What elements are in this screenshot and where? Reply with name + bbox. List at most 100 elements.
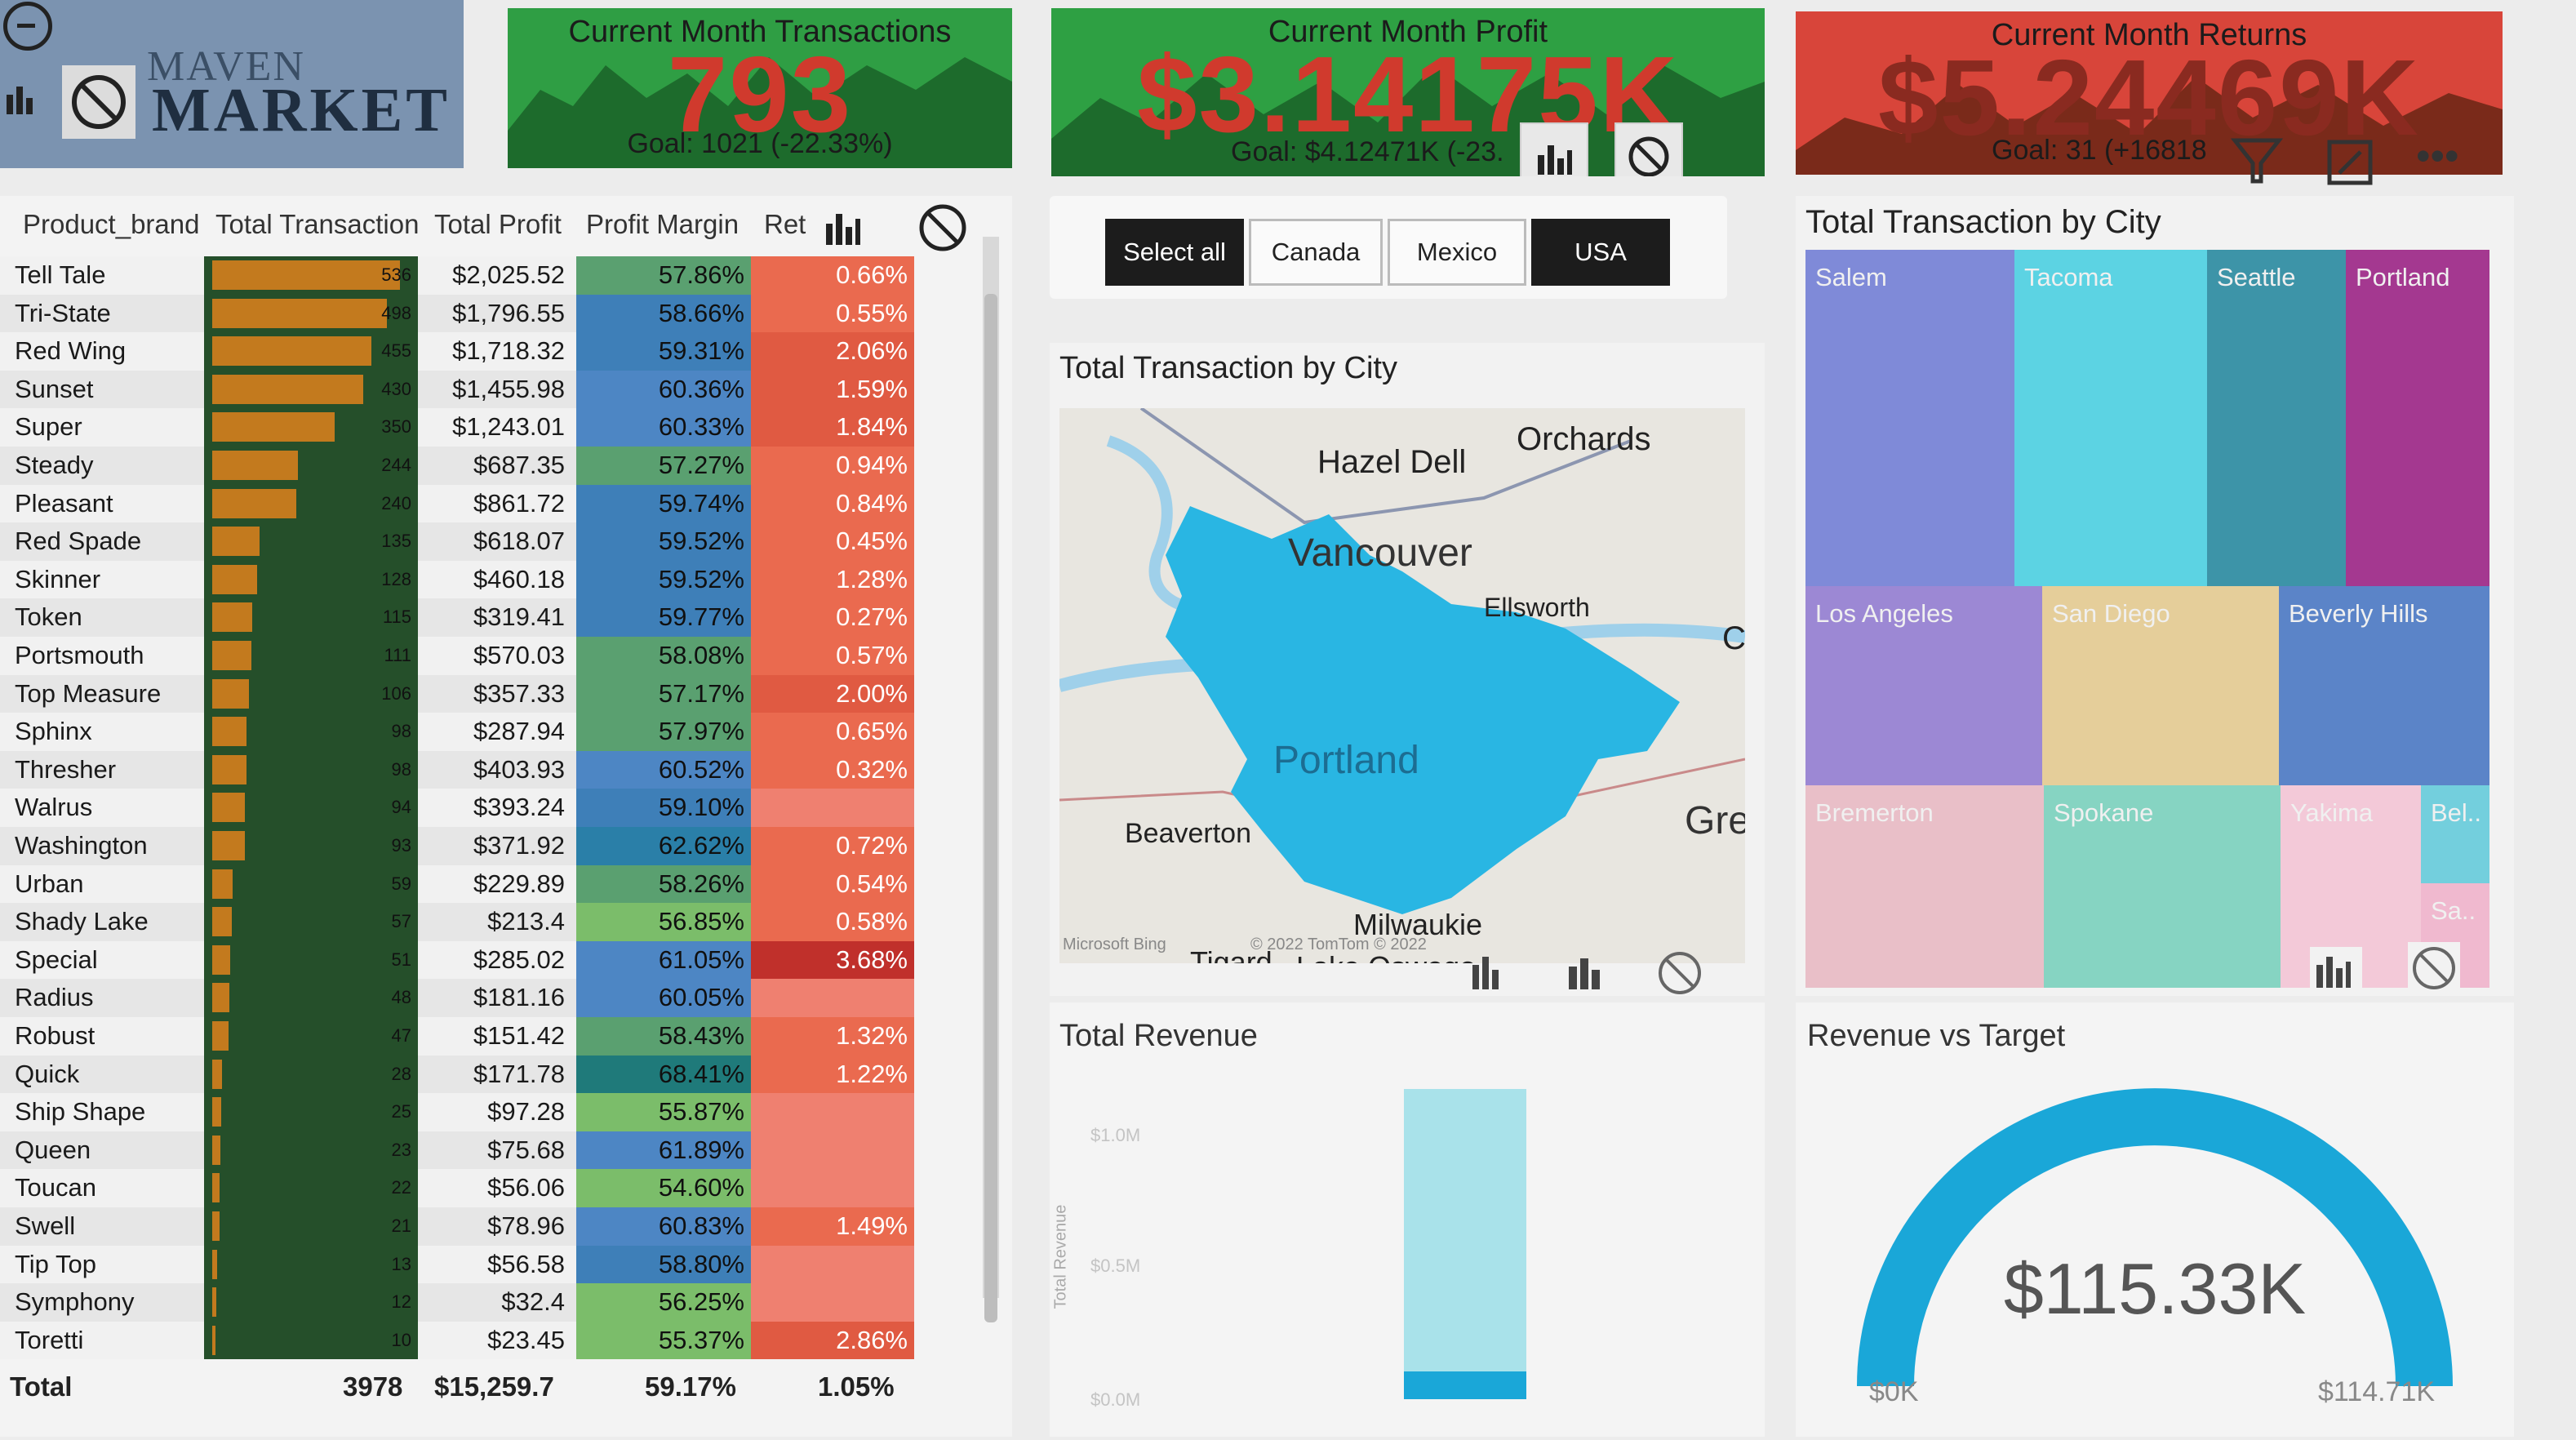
no-filter-icon[interactable] xyxy=(2408,942,2460,994)
table-row[interactable]: Ship Shape 25 $97.28 55.87% xyxy=(0,1093,914,1131)
column-header-total-transaction[interactable]: Total Transaction xyxy=(215,209,419,255)
margin-cell: 55.37% xyxy=(576,1321,751,1360)
no-filter-icon[interactable] xyxy=(914,199,971,256)
table-row[interactable]: Walrus 94 $393.24 59.10% xyxy=(0,789,914,827)
returns-cell: 0.84% xyxy=(751,484,914,523)
more-options-icon[interactable]: ••• xyxy=(2416,136,2481,189)
table-row[interactable]: Tip Top 13 $56.58 58.80% xyxy=(0,1245,914,1284)
table-row[interactable]: Sphinx 98 $287.94 57.97% 0.65% xyxy=(0,713,914,751)
brand-table: Product_brand Total Transaction Total Pr… xyxy=(0,196,1012,1437)
visual-chart-icon[interactable] xyxy=(1564,949,1613,994)
no-filter-icon[interactable] xyxy=(1654,947,1706,999)
slicer-option-select-all[interactable]: Select all xyxy=(1105,219,1244,286)
slicer-option-mexico[interactable]: Mexico xyxy=(1388,219,1526,286)
table-row[interactable]: Portsmouth 111 $570.03 58.08% 0.57% xyxy=(0,637,914,675)
brand-cell: Tip Top xyxy=(15,1249,96,1278)
transaction-databar xyxy=(212,1059,222,1089)
transaction-databar xyxy=(212,1211,220,1241)
table-row[interactable]: Sunset 430 $1,455.98 60.36% 1.59% xyxy=(0,370,914,409)
visual-chart-icon[interactable] xyxy=(1520,122,1588,176)
table-row[interactable]: Special 51 $285.02 61.05% 3.68% xyxy=(0,940,914,980)
table-row[interactable]: Tri-State 498 $1,796.55 58.66% 0.55% xyxy=(0,294,914,333)
table-scrollbar[interactable] xyxy=(983,237,999,1322)
table-row[interactable]: Toretti 10 $23.45 55.37% 2.86% xyxy=(0,1321,914,1360)
table-row[interactable]: Super 350 $1,243.01 60.33% 1.84% xyxy=(0,408,914,447)
treemap-tile-bremerton[interactable]: Bremerton xyxy=(1805,785,2044,988)
tile-label: Portland xyxy=(2356,263,2450,291)
slicer-option-usa[interactable]: USA xyxy=(1531,219,1670,286)
table-row[interactable]: Red Spade 135 $618.07 59.52% 0.45% xyxy=(0,522,914,561)
treemap-tile-beverly-hills[interactable]: Beverly Hills xyxy=(2279,586,2489,785)
revenue-bar[interactable] xyxy=(1404,1089,1526,1371)
no-filter-icon[interactable] xyxy=(62,65,135,139)
treemap-tile-bellingham[interactable]: Bel.. xyxy=(2421,785,2489,883)
margin-cell: 68.41% xyxy=(576,1055,751,1094)
transaction-value: 10 xyxy=(391,1329,411,1350)
returns-cell: 3.68% xyxy=(751,940,914,980)
transaction-value: 128 xyxy=(381,568,411,589)
brand-cell: Washington xyxy=(15,831,148,860)
kpi-goal: Goal: 1021 (-22.33%) xyxy=(627,128,893,159)
profit-cell: $403.93 xyxy=(473,754,565,784)
kpi-card-transactions: Current Month Transactions 793 Goal: 102… xyxy=(508,8,1012,168)
treemap-tile-tacoma[interactable]: Tacoma xyxy=(2014,250,2207,586)
brand-cell: Top Measure xyxy=(15,678,162,708)
profit-cell: $1,718.32 xyxy=(452,336,565,366)
transaction-databar xyxy=(212,754,247,784)
table-row[interactable]: Urban 59 $229.89 58.26% 0.54% xyxy=(0,864,914,904)
treemap-tile-seattle[interactable]: Seattle xyxy=(2207,250,2346,586)
transaction-cell: 98 xyxy=(204,750,418,789)
treemap-tile-los-angeles[interactable]: Los Angeles xyxy=(1805,586,2042,785)
table-row[interactable]: Pleasant 240 $861.72 59.74% 0.84% xyxy=(0,484,914,523)
logo-word-market: MARKET xyxy=(152,76,451,144)
slicer-option-canada[interactable]: Canada xyxy=(1249,219,1383,286)
table-row[interactable]: Radius 48 $181.16 60.05% xyxy=(0,979,914,1017)
column-header-brand[interactable]: Product_brand xyxy=(23,209,199,255)
visual-chart-icon[interactable] xyxy=(0,73,46,119)
table-row[interactable]: Washington 93 $371.92 62.62% 0.72% xyxy=(0,827,914,865)
table-row[interactable]: Toucan 22 $56.06 54.60% xyxy=(0,1169,914,1207)
table-row[interactable]: Token 115 $319.41 59.77% 0.27% xyxy=(0,598,914,637)
table-row[interactable]: Quick 28 $171.78 68.41% 1.22% xyxy=(0,1055,914,1094)
visual-chart-icon[interactable] xyxy=(2310,947,2362,993)
table-row[interactable]: Robust 47 $151.42 58.43% 1.32% xyxy=(0,1017,914,1056)
table-row[interactable]: Swell 21 $78.96 60.83% 1.49% xyxy=(0,1207,914,1246)
gauge-min: $0K xyxy=(1869,1376,1919,1407)
transaction-value: 350 xyxy=(381,416,411,438)
margin-cell: 59.52% xyxy=(576,560,751,599)
tile-label: San Diego xyxy=(2052,599,2170,628)
returns-cell xyxy=(751,1283,914,1322)
table-row[interactable]: Steady 244 $687.35 57.27% 0.94% xyxy=(0,447,914,485)
visual-chart-icon[interactable] xyxy=(819,202,868,251)
focus-mode-icon[interactable] xyxy=(2323,136,2377,189)
margin-cell: 58.26% xyxy=(576,864,751,904)
table-row[interactable]: Tell Tale 536 $2,025.52 57.86% 0.66% xyxy=(0,256,914,295)
revenue-bar-base[interactable] xyxy=(1404,1371,1526,1399)
table-row[interactable]: Top Measure 106 $357.33 57.17% 2.00% xyxy=(0,674,914,713)
back-arrow-icon[interactable] xyxy=(3,2,52,51)
table-row[interactable]: Skinner 128 $460.18 59.52% 1.28% xyxy=(0,560,914,599)
column-header-profit-margin[interactable]: Profit Margin xyxy=(586,209,739,255)
treemap-tile-san-diego[interactable]: San Diego xyxy=(2042,586,2279,785)
returns-cell: 0.27% xyxy=(751,598,914,637)
table-row[interactable]: Shady Lake 57 $213.4 56.85% 0.58% xyxy=(0,903,914,941)
treemap-tile-salem[interactable]: Salem xyxy=(1805,250,2014,586)
transaction-databar xyxy=(212,641,251,670)
transaction-cell: 28 xyxy=(204,1055,418,1094)
table-row[interactable]: Thresher 98 $403.93 60.52% 0.32% xyxy=(0,750,914,789)
drill-down-icon[interactable] xyxy=(1468,949,1517,994)
margin-cell: 60.05% xyxy=(576,979,751,1017)
table-row[interactable]: Symphony 12 $32.4 56.25% xyxy=(0,1283,914,1322)
transaction-cell: 51 xyxy=(204,940,418,980)
column-header-returns[interactable]: Ret xyxy=(764,209,806,255)
table-row[interactable]: Red Wing 455 $1,718.32 59.31% 2.06% xyxy=(0,332,914,371)
treemap-tile-spokane[interactable]: Spokane xyxy=(2044,785,2281,988)
transaction-cell: 455 xyxy=(204,332,418,371)
map-canvas[interactable]: Hazel Dell Orchards Vancouver Ellsworth … xyxy=(1059,408,1745,963)
table-row[interactable]: Queen 23 $75.68 61.89% xyxy=(0,1131,914,1170)
treemap-tile-portland[interactable]: Portland xyxy=(2346,250,2489,586)
brand-cell: Steady xyxy=(15,451,94,479)
no-filter-icon[interactable] xyxy=(1614,122,1683,176)
filter-icon[interactable] xyxy=(2228,132,2285,189)
column-header-total-profit[interactable]: Total Profit xyxy=(434,209,562,255)
